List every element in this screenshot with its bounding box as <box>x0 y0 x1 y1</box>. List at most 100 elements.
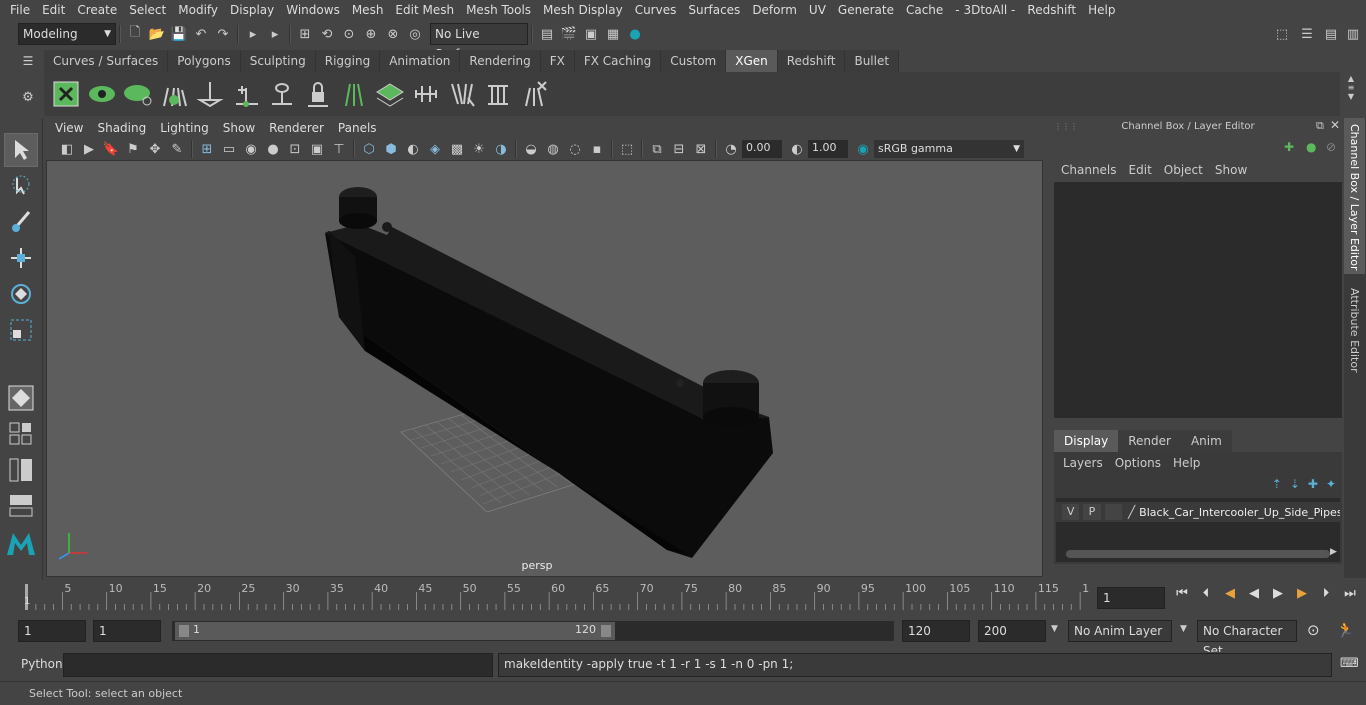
chevron-down-icon[interactable]: ▼ <box>1180 624 1187 634</box>
tab-rigging[interactable]: Rigging <box>315 50 381 72</box>
toggle-attribute-icon[interactable]: ▥ <box>1344 25 1362 43</box>
colorspace-dropdown[interactable]: sRGB gamma ▼ <box>874 140 1024 158</box>
layout-side-icon[interactable] <box>4 453 38 487</box>
playback-prefs-icon[interactable]: 🏃 <box>1336 621 1355 639</box>
live-surface-field[interactable]: No Live Surface <box>430 23 528 61</box>
field-chart-icon[interactable]: ⊡ <box>286 140 304 158</box>
add-guide-icon[interactable] <box>231 78 261 110</box>
render-frame-icon[interactable]: 🎬 <box>560 25 578 43</box>
tab-channel-box[interactable]: Channel Box / Layer Editor <box>1344 118 1365 274</box>
chevron-down-icon[interactable]: ▼ <box>1051 624 1058 634</box>
shelf-menu-icon[interactable]: ☰ <box>18 54 38 68</box>
move-layer-down-icon[interactable]: ⇣ <box>1290 477 1300 491</box>
camera-lock-icon[interactable]: ▶ <box>80 140 98 158</box>
current-frame-field[interactable]: 1 <box>1097 587 1165 609</box>
guide-bend-icon[interactable] <box>447 78 477 110</box>
undo-icon[interactable]: ↶ <box>192 25 210 43</box>
vp-menu-view[interactable]: View <box>48 118 90 138</box>
vp-menu-renderer[interactable]: Renderer <box>262 118 331 138</box>
xray-joints-icon[interactable]: ⊟ <box>670 140 688 158</box>
move-tool-icon[interactable] <box>4 241 38 275</box>
tab-attribute-editor[interactable]: Attribute Editor <box>1344 282 1365 379</box>
vp-menu-panels[interactable]: Panels <box>331 118 384 138</box>
safe-action-icon[interactable]: ▣ <box>308 140 326 158</box>
layer-row[interactable]: V P ╱ Black_Car_Intercooler_Up_Side_Pipe… <box>1056 502 1340 522</box>
xgen-toggle-icon[interactable] <box>123 78 153 110</box>
tab-fx[interactable]: FX <box>540 50 575 72</box>
smooth-shade-icon[interactable]: ⬢ <box>382 140 400 158</box>
menu-edit-mesh[interactable]: Edit Mesh <box>389 0 460 21</box>
shelf-scroll[interactable]: ▲ ≡ ▼ <box>1343 74 1359 114</box>
manip-icon[interactable]: ✚ <box>1284 140 1294 154</box>
tab-render[interactable]: Render <box>1118 430 1181 452</box>
menu-generate[interactable]: Generate <box>832 0 900 21</box>
menu-help[interactable]: Help <box>1082 0 1121 21</box>
auto-key-icon[interactable]: ⊙ <box>1307 621 1320 639</box>
mode-selector[interactable]: Modeling ▼ <box>18 23 116 45</box>
play-backward-icon[interactable]: ◀ <box>1244 586 1264 601</box>
layer-playback-toggle[interactable]: P <box>1083 504 1101 520</box>
xgen-preview-icon[interactable] <box>87 78 117 110</box>
workspace-icon[interactable]: ⬚ <box>1273 25 1291 43</box>
scene-end-field[interactable]: 200 <box>978 620 1046 642</box>
lock-guide-icon[interactable] <box>303 78 333 110</box>
go-to-end-icon[interactable]: ⏭ <box>1340 586 1360 601</box>
snap-curve-icon[interactable]: ⟲ <box>318 25 336 43</box>
tab-fx-caching[interactable]: FX Caching <box>574 50 662 72</box>
menu-file[interactable]: File <box>4 0 36 21</box>
menu-modify[interactable]: Modify <box>172 0 224 21</box>
playback-end-field[interactable]: 120 <box>902 620 970 642</box>
go-to-start-icon[interactable]: ⏮ <box>1172 586 1192 601</box>
vp-menu-show[interactable]: Show <box>216 118 262 138</box>
save-scene-icon[interactable]: 💾 <box>170 25 188 43</box>
viewport-persp[interactable]: persp <box>46 160 1043 577</box>
snap-surface-icon[interactable]: ⊗ <box>384 25 402 43</box>
default-material-icon[interactable]: ◈ <box>426 140 444 158</box>
drag-handle-icon[interactable]: ⋮⋮⋮ <box>1054 122 1078 134</box>
layout-single-icon[interactable] <box>4 417 38 451</box>
camera-select-icon[interactable]: ◧ <box>58 140 76 158</box>
channel-hyper-icon[interactable]: ⊘ <box>1326 140 1336 154</box>
lasso-tool-icon[interactable] <box>4 169 38 203</box>
layer-name[interactable]: Black_Car_Intercooler_Up_Side_Pipes_ <box>1139 506 1340 519</box>
range-slider-handle[interactable]: 1 120 <box>175 622 615 640</box>
image-plane-icon[interactable]: ⚑ <box>124 140 142 158</box>
menu-surfaces[interactable]: Surfaces <box>682 0 746 21</box>
xray-icon[interactable]: ⧉ <box>648 140 666 158</box>
scroll-down-icon[interactable]: ▼ <box>1343 92 1359 101</box>
float-panel-icon[interactable]: ⧉ <box>1316 119 1324 133</box>
color-management-icon[interactable]: ◉ <box>854 140 872 158</box>
bookmark-icon[interactable]: 🔖 <box>102 140 120 158</box>
render-view-icon[interactable]: ▦ <box>604 25 622 43</box>
vp-menu-shading[interactable]: Shading <box>90 118 153 138</box>
new-empty-layer-icon[interactable]: ✚ <box>1308 477 1318 491</box>
tab-bullet[interactable]: Bullet <box>845 50 900 72</box>
exposure-field[interactable]: 0.00 <box>742 140 782 158</box>
close-icon[interactable]: ✕ <box>1330 118 1340 132</box>
script-language-label[interactable]: Python <box>21 657 63 671</box>
layers-menu[interactable]: Layers <box>1057 456 1109 470</box>
make-live-icon[interactable]: ◎ <box>406 25 424 43</box>
gamma-field[interactable]: 1.00 <box>808 140 848 158</box>
tab-anim[interactable]: Anim <box>1180 430 1232 452</box>
menu-icon[interactable]: ≡ <box>1343 83 1359 92</box>
isolate-select-icon[interactable]: ⬚ <box>618 140 636 158</box>
snap-grid-icon[interactable]: ⊞ <box>296 25 314 43</box>
channel-list[interactable] <box>1054 182 1342 418</box>
scale-tool-icon[interactable] <box>4 313 38 347</box>
move-layer-up-icon[interactable]: ⇡ <box>1272 477 1282 491</box>
layer-visibility-toggle[interactable]: V <box>1062 504 1080 520</box>
2d-pan-icon[interactable]: ✥ <box>146 140 164 158</box>
rotate-tool-icon[interactable] <box>4 277 38 311</box>
menu-3dtoall[interactable]: - 3DtoAll - <box>949 0 1021 21</box>
tab-sculpting[interactable]: Sculpting <box>240 50 316 72</box>
lights-icon[interactable]: ☀ <box>470 140 488 158</box>
shelf-gear-icon[interactable]: ⚙ <box>18 90 38 105</box>
menu-edit[interactable]: Edit <box>36 0 71 21</box>
redo-icon[interactable]: ↷ <box>214 25 232 43</box>
menu-mesh[interactable]: Mesh <box>346 0 390 21</box>
tab-polygons[interactable]: Polygons <box>168 50 241 72</box>
character-set-dropdown[interactable]: No Character Set <box>1197 620 1297 658</box>
range-slider-track[interactable]: 1 120 <box>172 621 894 641</box>
gate-mask-icon[interactable]: ● <box>264 140 282 158</box>
